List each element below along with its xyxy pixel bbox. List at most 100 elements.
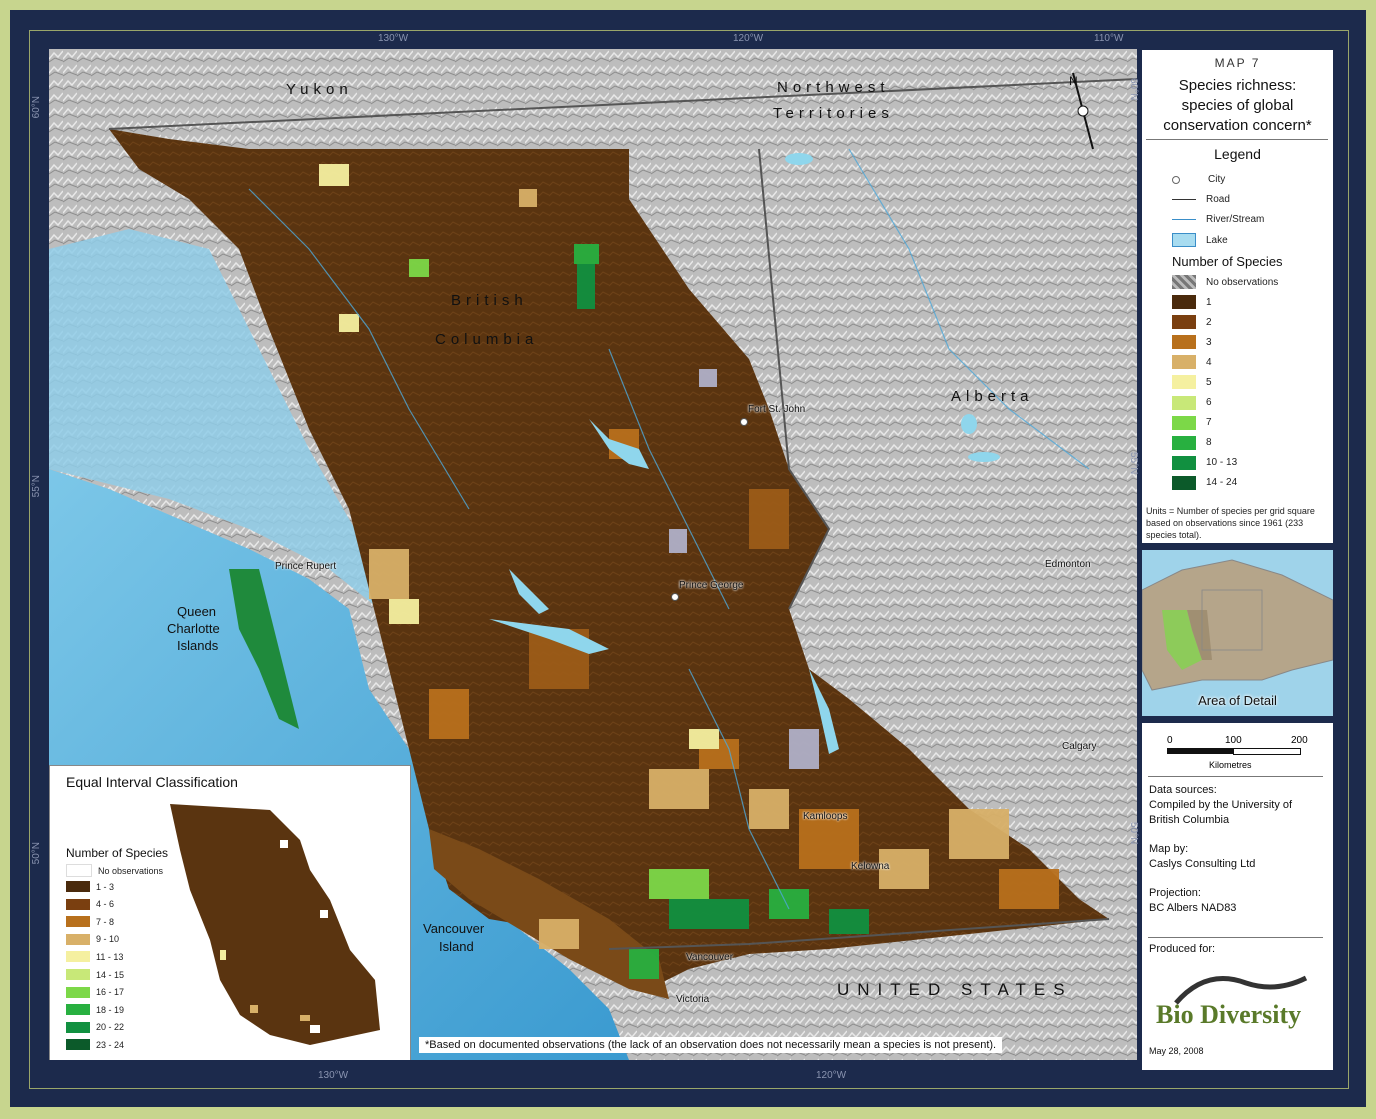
footnote: *Based on documented observations (the l… xyxy=(425,1039,997,1051)
inset-class-swatch xyxy=(66,881,90,892)
inset-class-swatch xyxy=(66,933,90,945)
inset-map xyxy=(170,804,380,1045)
overview-panel[interactable]: Area of Detail xyxy=(1142,550,1333,716)
legend-class-row: 6 xyxy=(1172,395,1212,410)
legend-class-swatch xyxy=(1172,335,1196,350)
label-bc-2: Columbia xyxy=(435,331,539,348)
legend-class-row: 8 xyxy=(1172,435,1212,450)
map-title-line-2: species of global xyxy=(1181,97,1294,114)
north-arrow: N xyxy=(1069,71,1097,151)
legend-class-swatch xyxy=(1172,315,1196,330)
legend-river-row: River/Stream xyxy=(1172,214,1264,225)
legend-class-row: 3 xyxy=(1172,335,1212,350)
label-qci-2: Charlotte xyxy=(167,621,220,636)
tick-top-120: 120°W xyxy=(733,33,764,44)
label-bc-1: British xyxy=(451,292,528,309)
label-usa: UNITED STATES xyxy=(837,980,1073,999)
map-title-line-1: Species richness: xyxy=(1178,77,1297,94)
label-qci-1: Queen xyxy=(177,604,217,619)
inset-class-label: 16 - 17 xyxy=(96,987,125,998)
units-note: Units = Number of species per grid squar… xyxy=(1146,506,1315,540)
inset-class-label: 9 - 10 xyxy=(96,934,120,945)
city-dot-pg xyxy=(671,593,679,601)
inset-class-label: 23 - 24 xyxy=(96,1039,125,1050)
tick-left-55: 55°N xyxy=(31,475,42,498)
svg-text:N: N xyxy=(1069,74,1078,88)
sources-line-1: Compiled by the University of xyxy=(1149,799,1293,811)
inset-class-swatch xyxy=(66,986,90,998)
inset-species-title: Number of Species xyxy=(66,846,169,860)
produced-for: Produced for: xyxy=(1149,943,1216,955)
footnote-box: *Based on documented observations (the l… xyxy=(419,1037,1003,1053)
sources-line-2: British Columbia xyxy=(1149,814,1230,826)
inset-class-swatch xyxy=(66,1021,90,1033)
legend-road-row: Road xyxy=(1172,194,1230,205)
legend-class-swatch xyxy=(1172,375,1196,390)
tick-left-50: 50°N xyxy=(31,842,42,865)
city-edmonton[interactable]: Edmonton xyxy=(1045,559,1091,570)
inset-class-row: 4 - 6 xyxy=(66,898,114,910)
legend-class-swatch xyxy=(1172,355,1196,370)
inset-class-label: 14 - 15 xyxy=(96,969,125,980)
legend-class-row: 5 xyxy=(1172,375,1212,390)
legend-city-label: City xyxy=(1208,174,1226,185)
credits-panel: 0 100 200 Kilometres Data sources: Compi… xyxy=(1142,723,1333,1070)
road-line-icon xyxy=(1172,199,1196,200)
inset-class-label: 1 - 3 xyxy=(96,881,115,892)
city-kamloops[interactable]: Kamloops xyxy=(803,811,847,822)
scale-tick-200: 200 xyxy=(1291,735,1308,746)
tick-top-130: 130°W xyxy=(378,33,409,44)
inset-class-swatch xyxy=(66,1004,90,1016)
tick-right-60: 60°N xyxy=(1128,78,1139,101)
legend-class-row: 7 xyxy=(1172,415,1212,430)
legend-class-label: 4 xyxy=(1206,356,1212,368)
city-dot-fsj xyxy=(740,418,748,426)
mapby-value: Caslys Consulting Ltd xyxy=(1149,858,1256,870)
north-arrow-icon: N xyxy=(1069,72,1094,150)
map-date: May 28, 2008 xyxy=(1149,1046,1204,1056)
biodiversity-logo[interactable]: Bio Diversity xyxy=(1156,963,1316,1043)
inset-class-row: 11 - 13 xyxy=(66,951,123,963)
inset-class-row: 20 - 22 xyxy=(66,1021,125,1033)
city-vancouver[interactable]: Vancouver xyxy=(686,952,733,963)
scale-tick-0: 0 xyxy=(1167,735,1173,746)
legend-class-swatch xyxy=(1172,295,1196,309)
city-kelowna[interactable]: Kelowna xyxy=(851,861,889,872)
city-prince-george[interactable]: Prince George xyxy=(679,580,743,591)
lizard-logo-icon: Bio Diversity xyxy=(1156,975,1308,1029)
legend-class-swatch xyxy=(1172,435,1196,450)
inset-class-label: 18 - 19 xyxy=(96,1004,125,1015)
legend-road-label: Road xyxy=(1206,194,1230,205)
legend-panel: MAP 7 Species richness: species of globa… xyxy=(1142,50,1333,543)
city-prince-rupert[interactable]: Prince Rupert xyxy=(275,561,336,572)
inset-class-row: 23 - 24 xyxy=(66,1039,125,1051)
tick-right-50: 50°N xyxy=(1128,822,1139,845)
city-fort-st-john[interactable]: Fort St. John xyxy=(748,404,805,415)
legend-class-swatch xyxy=(1172,455,1196,470)
inset-no-obs-label: No observations xyxy=(98,865,164,876)
inset-no-obs-swatch xyxy=(66,864,92,877)
map-title-line-3: conservation concern* xyxy=(1163,117,1312,134)
legend-city-row: City xyxy=(1172,174,1225,185)
city-victoria[interactable]: Victoria xyxy=(676,994,709,1005)
inset-panel: Equal Interval Classification Number of … xyxy=(49,765,411,1060)
label-qci-3: Islands xyxy=(177,638,219,653)
legend-class-label: 8 xyxy=(1206,437,1212,449)
mapby-heading: Map by: xyxy=(1149,843,1189,855)
inset-class-row: 18 - 19 xyxy=(66,1004,125,1016)
legend-class-label: 3 xyxy=(1206,336,1212,348)
inset-class-row: 7 - 8 xyxy=(66,916,115,928)
label-vi-1: Vancouver xyxy=(423,921,485,936)
no-obs-swatch xyxy=(1172,275,1196,289)
inset-class-label: 7 - 8 xyxy=(96,916,115,927)
title-divider xyxy=(1146,139,1328,140)
main-map[interactable]: N Yukon Northwest Territories British Co… xyxy=(49,49,1137,1060)
inset-class-label: 20 - 22 xyxy=(96,1022,125,1033)
legend-lake-label: Lake xyxy=(1206,234,1228,246)
legend-river-label: River/Stream xyxy=(1206,214,1265,225)
legend-class-row: 10 - 13 xyxy=(1172,455,1237,470)
svg-text:Bio Diversity: Bio Diversity xyxy=(1156,1000,1301,1029)
sources-heading: Data sources: xyxy=(1149,784,1217,796)
city-calgary[interactable]: Calgary xyxy=(1062,741,1096,752)
inset-class-swatch xyxy=(66,898,90,910)
